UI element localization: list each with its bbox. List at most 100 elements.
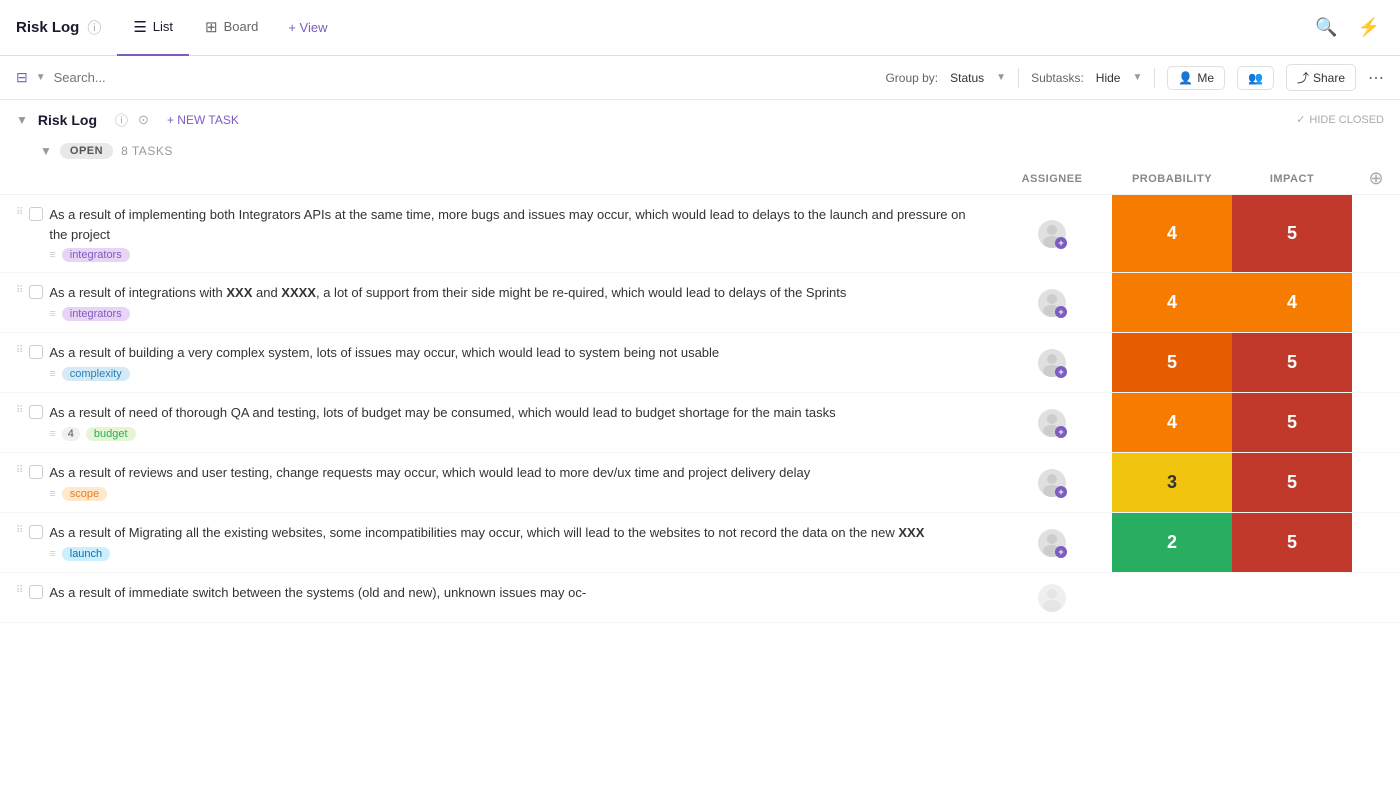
task-text-7[interactable]: As a result of immediate switch between … [49,583,984,603]
subtask-icon: ≡ [49,548,55,560]
probability-score-4[interactable]: 4 [1112,393,1232,452]
drag-handle-icon[interactable]: ⠿ [16,465,23,476]
probability-score-5[interactable]: 3 [1112,453,1232,512]
me-button[interactable]: 👤 Me [1167,66,1225,90]
subtasks-value[interactable]: Hide [1096,71,1121,85]
task-checkbox-2[interactable] [29,285,43,299]
badge-complexity-3[interactable]: complexity [62,367,130,381]
impact-score-1[interactable]: 5 [1232,195,1352,272]
open-collapse-btn[interactable]: ▼ [40,144,52,158]
badge-budget-4[interactable]: budget [86,427,136,441]
prob-cell-1: 4 [1112,195,1232,272]
impact-score-5[interactable]: 5 [1232,453,1352,512]
add-view-button[interactable]: + View [274,0,341,56]
probability-score-2[interactable]: 4 [1112,273,1232,332]
search-button[interactable]: 🔍 [1311,13,1341,42]
task-checkbox-7[interactable] [29,585,43,599]
drag-handle-icon[interactable]: ⠿ [16,525,23,536]
task-checkbox-1[interactable] [29,207,43,221]
impact-score-3[interactable]: 5 [1232,333,1352,392]
task-text-3[interactable]: As a result of building a very complex s… [49,343,984,363]
task-content-3: As a result of building a very complex s… [49,343,984,381]
add-column-button[interactable]: ⊕ [1368,168,1383,189]
group-people-button[interactable]: 👥 [1237,66,1274,90]
task-content-2: As a result of integrations with XXX and… [49,283,984,321]
avatar-5[interactable]: + [1038,469,1066,497]
badge-num-4: 4 [62,427,80,441]
checkmark-icon: ✓ [1296,113,1305,126]
avatar-3[interactable]: + [1038,349,1066,377]
table-row: ⠿ As a result of reviews and user testin… [0,453,1400,513]
badge-scope-5[interactable]: scope [62,487,107,501]
task-meta-2: ≡ integrators [49,307,984,321]
subtasks-arrow[interactable]: ▼ [1132,72,1142,83]
drag-handle-icon[interactable]: ⠿ [16,285,23,296]
add-view-label: + View [288,20,327,35]
add-cell-1 [1352,195,1400,272]
new-task-button[interactable]: + NEW TASK [159,113,247,127]
table-row: ⠿ As a result of Migrating all the exist… [0,513,1400,573]
table-row: ⠿ As a result of immediate switch betwee… [0,573,1400,623]
avatar-1[interactable]: + [1038,220,1066,248]
section-settings-icon[interactable]: ⊙ [138,112,149,128]
filter-dropdown-arrow[interactable]: ▼ [36,72,46,83]
probability-score-3[interactable]: 5 [1112,333,1232,392]
group-by-arrow[interactable]: ▼ [996,72,1006,83]
tab-list[interactable]: ☰ List [117,0,189,56]
subtask-icon: ≡ [49,368,55,380]
drag-handle-icon[interactable]: ⠿ [16,207,23,218]
prob-cell-3: 5 [1112,333,1232,392]
impact-score-6[interactable]: 5 [1232,513,1352,572]
task-checkbox-6[interactable] [29,525,43,539]
drag-handle-icon[interactable]: ⠿ [16,405,23,416]
section-header: ▼ Risk Log ⓘ ⊙ + NEW TASK ✓ HIDE CLOSED [0,100,1400,139]
filter-icon[interactable]: ⊟ [16,69,28,86]
more-button[interactable]: ⋯ [1368,68,1384,88]
avatar-add-icon[interactable]: + [1055,366,1067,378]
group-by-label: Group by: [885,71,938,85]
group-by-value[interactable]: Status [950,71,984,85]
avatar-6[interactable]: + [1038,529,1066,557]
badge-launch-6[interactable]: launch [62,547,110,561]
assignee-cell-2: + [992,273,1112,332]
task-text-6[interactable]: As a result of Migrating all the existin… [49,523,984,543]
task-text-2[interactable]: As a result of integrations with XXX and… [49,283,984,303]
subtask-icon: ≡ [49,428,55,440]
task-meta-3: ≡ complexity [49,367,984,381]
avatar-2[interactable]: + [1038,289,1066,317]
impact-score-4[interactable]: 5 [1232,393,1352,452]
collapse-button[interactable]: ▼ [16,113,28,127]
badge-integrators-1[interactable]: integrators [62,248,130,262]
tab-board[interactable]: ⊞ Board [189,0,274,56]
section-info-icon[interactable]: ⓘ [115,110,128,129]
task-text-1[interactable]: As a result of implementing both Integra… [49,205,984,244]
avatar-4[interactable]: + [1038,409,1066,437]
subtasks-label: Subtasks: [1031,71,1084,85]
drag-handle-icon[interactable]: ⠿ [16,345,23,356]
impact-score-2[interactable]: 4 [1232,273,1352,332]
task-text-4[interactable]: As a result of need of thorough QA and t… [49,403,984,423]
task-checkbox-3[interactable] [29,345,43,359]
badge-integrators-2[interactable]: integrators [62,307,130,321]
people-icon: 👥 [1248,71,1263,85]
avatar-add-icon[interactable]: + [1055,426,1067,438]
probability-score-1[interactable]: 4 [1112,195,1232,272]
hide-closed-button[interactable]: ✓ HIDE CLOSED [1296,113,1384,126]
search-input[interactable] [54,70,878,85]
avatar-add-icon[interactable]: + [1055,546,1067,558]
task-checkbox-4[interactable] [29,405,43,419]
info-icon[interactable]: ⓘ [87,18,101,38]
avatar-7[interactable] [1038,584,1066,612]
share-button[interactable]: ⤴ Share [1286,64,1356,91]
prob-cell-4: 4 [1112,393,1232,452]
drag-handle-icon[interactable]: ⠿ [16,585,23,596]
avatar-add-icon[interactable]: + [1055,486,1067,498]
lightning-button[interactable]: ⚡ [1354,13,1384,42]
divider [1018,68,1019,88]
task-text-5[interactable]: As a result of reviews and user testing,… [49,463,984,483]
avatar-add-icon[interactable]: + [1055,237,1067,249]
avatar-add-icon[interactable]: + [1055,306,1067,318]
task-checkbox-5[interactable] [29,465,43,479]
table-row: ⠿ As a result of need of thorough QA and… [0,393,1400,453]
probability-score-6[interactable]: 2 [1112,513,1232,572]
